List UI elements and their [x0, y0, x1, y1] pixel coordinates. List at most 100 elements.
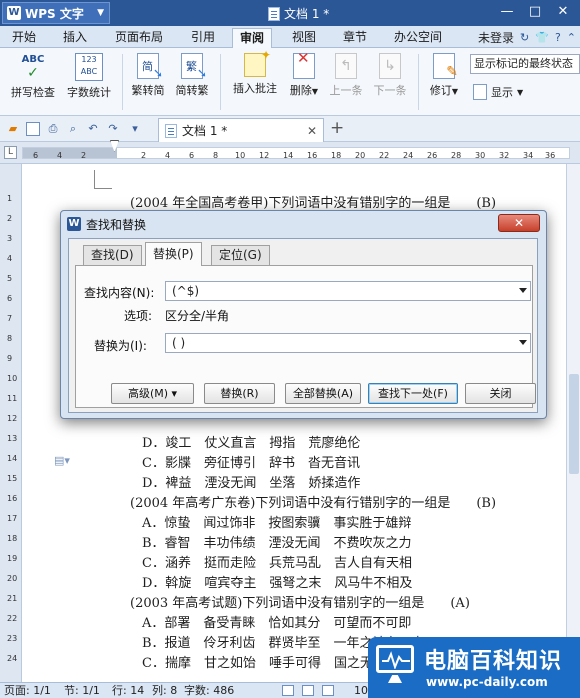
status-row: 行: 14: [112, 684, 145, 697]
collapse-ribbon-icon[interactable]: ⌃: [567, 31, 576, 44]
vruler-number: 13: [7, 434, 18, 443]
tab-insert[interactable]: 插入: [63, 26, 87, 48]
tab-find[interactable]: 查找(D): [83, 245, 142, 265]
chevron-down-icon[interactable]: [519, 288, 527, 293]
simp-to-trad-button[interactable]: 繁 ➘ 简转繁: [172, 53, 212, 98]
chevron-down-icon[interactable]: [519, 340, 527, 345]
ruler-number: 20: [355, 151, 366, 160]
sync-icon[interactable]: ↻: [520, 31, 529, 44]
word-count-button[interactable]: 123 ABC 字数统计: [62, 53, 116, 100]
ruler-number: 34: [523, 151, 534, 160]
undo-icon[interactable]: ↶: [86, 122, 100, 136]
zoom-level[interactable]: 10: [354, 683, 368, 698]
ruler-number: 18: [331, 151, 342, 160]
vruler-number: 9: [7, 354, 13, 363]
maximize-icon[interactable]: □: [522, 2, 548, 22]
ruler-number: 28: [451, 151, 462, 160]
dialog-body: 查找(D) 替换(P) 定位(G) 查找内容(N): (^$) 选项: 区分全/…: [68, 238, 538, 413]
print-icon[interactable]: ⎙: [46, 122, 60, 136]
word-count-label: 字数统计: [67, 86, 111, 99]
show-markup-button[interactable]: 显示 ▼: [473, 84, 523, 100]
spell-check-button[interactable]: ABC ✓ 拼写检查: [6, 53, 60, 100]
trad-to-simp-label: 繁转简: [131, 84, 165, 97]
title-bar: W WPS 文字 ▼ 文档 1 * — □ ✕: [0, 0, 580, 26]
paragraph-layout-icon[interactable]: ▤▾: [54, 454, 70, 467]
ruler-number: 26: [427, 151, 438, 160]
next-comment-button[interactable]: ↳ 下一条: [370, 53, 410, 98]
window-title: 文档 1 *: [268, 5, 329, 22]
comment-icon: [244, 48, 271, 77]
ruler-number: 6: [189, 151, 195, 160]
vruler-number: 23: [7, 634, 18, 643]
ruler-number: 16: [307, 151, 318, 160]
document-tab[interactable]: 文档 1 * ✕: [158, 118, 324, 142]
dialog-titlebar[interactable]: W 查找和替换 ✕: [61, 211, 546, 237]
tab-references[interactable]: 引用: [191, 26, 215, 48]
window-controls: — □ ✕: [494, 2, 576, 22]
document-icon: [268, 6, 280, 21]
new-tab-icon[interactable]: +: [330, 120, 344, 137]
view-mode-icon[interactable]: [282, 685, 294, 696]
minimize-icon[interactable]: —: [494, 2, 520, 22]
prev-comment-button[interactable]: ↰ 上一条: [326, 53, 366, 98]
login-link[interactable]: 未登录: [478, 29, 514, 46]
view-mode-icon[interactable]: [302, 685, 314, 696]
chevron-down-icon: ▼: [97, 8, 104, 18]
help-icon[interactable]: ?: [555, 31, 561, 44]
vruler-number: 14: [7, 454, 18, 463]
preview-icon[interactable]: ⌕: [66, 122, 80, 136]
find-next-button[interactable]: 查找下一处(F): [368, 383, 458, 404]
view-mode-icon[interactable]: [322, 685, 334, 696]
tab-review[interactable]: 审阅: [232, 28, 273, 49]
customize-toolbar-icon[interactable]: ▾: [128, 122, 142, 136]
ruler-strip[interactable]: 6 4 2 2 4 6 8 10 12 14 16 18 20 22 24 26…: [22, 147, 570, 160]
ribbon-review: ABC✓ 拼写检查 123ABC 字数统计 简➘ 繁转简 繁➘ 简转繁 插入批注…: [0, 48, 580, 116]
advanced-button[interactable]: 高级(M) ▾: [111, 383, 194, 404]
document-line: D．斡旋 喧宾夺主 强弩之末 风马牛不相及: [142, 576, 413, 591]
delete-comment-button[interactable]: 删除▼: [284, 49, 324, 98]
document-line: B．睿智 丰功伟绩 湮没无闻 不费吹灰之力: [142, 536, 412, 551]
previous-icon: ↰: [335, 53, 357, 79]
vruler-number: 12: [7, 414, 18, 423]
vertical-scrollbar[interactable]: [566, 164, 580, 684]
redo-icon[interactable]: ↷: [106, 122, 120, 136]
revise-button[interactable]: 修订▼: [424, 53, 464, 98]
close-window-icon[interactable]: ✕: [550, 2, 576, 22]
skin-icon[interactable]: 👕: [535, 31, 549, 44]
app-menu-button[interactable]: W WPS 文字 ▼: [2, 2, 110, 24]
find-input-value: (^$): [172, 284, 200, 298]
window-title-text: 文档 1 *: [284, 7, 330, 21]
replace-input[interactable]: ( ): [165, 333, 531, 353]
ruler-number: 10: [235, 151, 246, 160]
document-line: (2004 年全国高考卷甲)下列词语中没有错别字的一组是 (B): [130, 196, 497, 211]
tab-stop-icon[interactable]: L: [4, 146, 17, 159]
tab-view[interactable]: 视图: [292, 26, 316, 48]
replace-button[interactable]: 替换(R): [204, 383, 275, 404]
ruler-number: 2: [81, 151, 87, 160]
next-label: 下一条: [373, 84, 407, 97]
tab-office-space[interactable]: 办公空间: [394, 26, 442, 48]
vruler-number: 18: [7, 534, 18, 543]
tab-replace[interactable]: 替换(P): [145, 242, 202, 266]
markup-display-select[interactable]: 显示标记的最终状态: [470, 54, 580, 74]
margin-corner: [94, 170, 95, 188]
replace-all-button[interactable]: 全部替换(A): [285, 383, 361, 404]
dialog-close-icon[interactable]: ✕: [498, 214, 540, 232]
insert-comment-button[interactable]: 插入批注: [228, 48, 282, 96]
scrollbar-thumb[interactable]: [569, 374, 579, 474]
find-input[interactable]: (^$): [165, 281, 531, 301]
dialog-cancel-button[interactable]: 关闭: [465, 383, 536, 404]
trad-to-simp-button[interactable]: 简 ➘ 繁转简: [128, 53, 168, 98]
tab-home[interactable]: 开始: [12, 26, 36, 48]
vruler-number: 16: [7, 494, 18, 503]
save-icon[interactable]: [26, 122, 40, 136]
folder-icon[interactable]: ▰: [6, 122, 20, 136]
tab-goto[interactable]: 定位(G): [211, 245, 270, 265]
document-line: D．裨益 湮没无闻 坐落 娇揉造作: [142, 476, 361, 491]
vruler-number: 6: [7, 294, 13, 303]
tab-page-layout[interactable]: 页面布局: [115, 26, 163, 48]
spell-check-label: 拼写检查: [11, 86, 55, 99]
close-icon[interactable]: ✕: [307, 124, 317, 138]
show-label: 显示: [491, 86, 513, 99]
tab-chapter[interactable]: 章节: [343, 26, 367, 48]
